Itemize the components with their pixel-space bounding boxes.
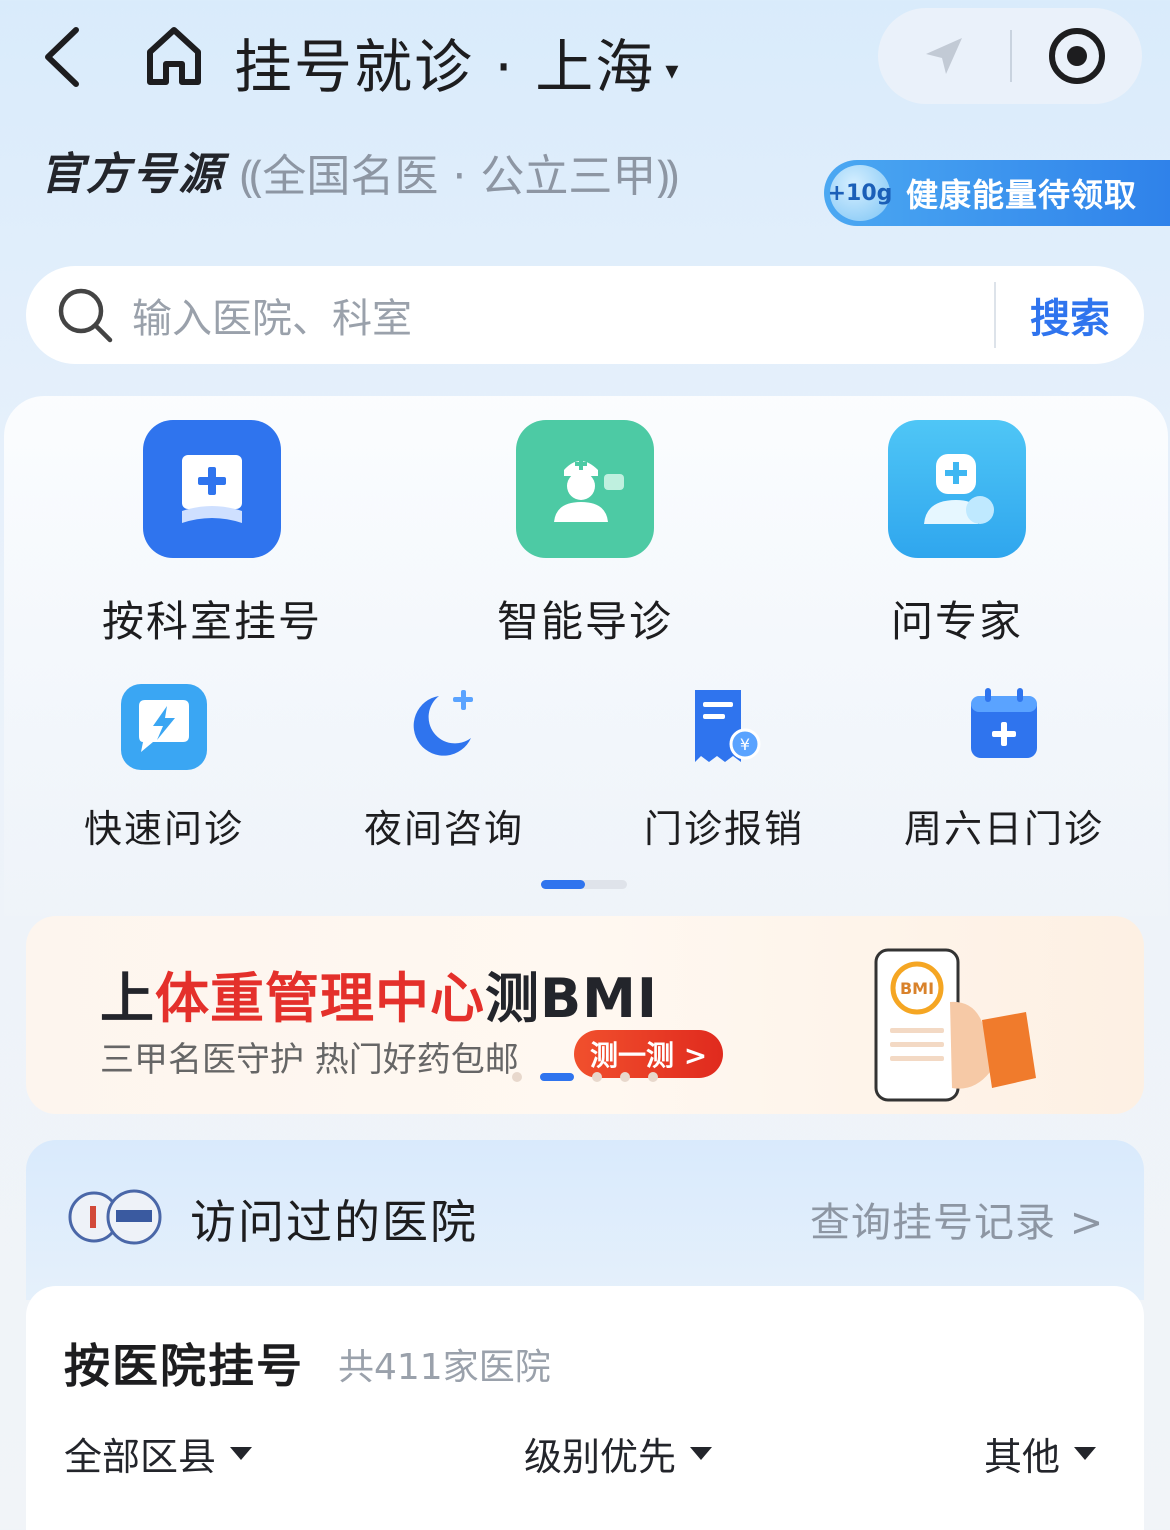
- filter-district[interactable]: 全部区县: [64, 1426, 253, 1481]
- banner-title-post: 测BMI: [485, 967, 658, 1030]
- page-title[interactable]: 挂号就诊 · 上海 ▾: [234, 20, 680, 104]
- service-label: 智能导诊: [496, 597, 673, 646]
- service-weekend-clinic[interactable]: 周六日门诊: [884, 682, 1124, 853]
- lightning-chat-icon: [119, 682, 209, 772]
- receipt-icon: ¥: [679, 682, 769, 772]
- expert-icon: [888, 420, 1026, 558]
- official-source-label: 官方号源: [40, 149, 224, 200]
- services-page-indicator: [541, 880, 627, 889]
- search-button[interactable]: 搜索: [996, 286, 1144, 344]
- search-icon: [58, 288, 113, 343]
- visited-hospitals-title: 访问过的医院: [190, 1195, 478, 1249]
- service-label: 问专家: [890, 597, 1023, 646]
- laurel-left-icon: ⸨: [240, 151, 263, 202]
- service-label: 门诊报销: [643, 807, 804, 851]
- service-label: 按科室挂号: [101, 597, 322, 646]
- banner-dot: [620, 1072, 630, 1082]
- title-text: 挂号就诊 · 上海: [234, 33, 656, 101]
- service-quick-consult[interactable]: 快速问诊: [44, 682, 284, 853]
- filter-level[interactable]: 级别优先: [524, 1426, 713, 1481]
- banner-title-highlight: 体重管理中心: [155, 967, 485, 1030]
- home-button[interactable]: [140, 22, 208, 90]
- filter-other[interactable]: 其他: [984, 1426, 1097, 1481]
- navigation-arrow-icon: [926, 38, 962, 74]
- service-outpatient-reimburse[interactable]: ¥ 门诊报销: [604, 682, 844, 853]
- tagline-sub-text: 全国名医 · 公立三甲: [262, 151, 657, 202]
- moon-icon: [399, 682, 489, 772]
- hospital-count: 共411家医院: [338, 1347, 551, 1388]
- department-register-icon: [143, 420, 281, 558]
- banner-title: 上体重管理中心测BMI: [100, 954, 658, 1033]
- tagline-sub: ⸨全国名医 · 公立三甲⸩: [240, 140, 679, 204]
- calendar-icon: [959, 682, 1049, 772]
- phone-bmi-label: BMI: [900, 979, 934, 998]
- service-night-consult[interactable]: 夜间咨询: [324, 682, 564, 853]
- nurse-icon: [516, 420, 654, 558]
- laurel-right-icon: ⸩: [656, 151, 679, 202]
- location-button[interactable]: [878, 32, 1010, 80]
- health-energy-badge[interactable]: +10g 健康能量待领取: [824, 160, 1170, 226]
- service-ask-expert[interactable]: 问专家: [807, 420, 1107, 649]
- hospital-list-card: [26, 1286, 1144, 1530]
- query-records-link[interactable]: 查询挂号记录 >: [810, 1190, 1104, 1248]
- phone-bmi-illustration-icon: BMI: [874, 948, 1036, 1102]
- dropdown-triangle-icon: [690, 1447, 713, 1460]
- banner-page-indicator: [512, 1072, 658, 1082]
- service-label: 周六日门诊: [903, 807, 1104, 851]
- chevron-left-icon: [45, 27, 79, 87]
- banner-subtitle: 三甲名医守护 热门好药包邮: [100, 1040, 519, 1080]
- service-label: 夜间咨询: [363, 807, 524, 851]
- hospital-logo-icon[interactable]: [68, 1186, 164, 1248]
- banner-cta-button[interactable]: 测一测 >: [574, 1030, 724, 1078]
- filter-label: 其他: [984, 1435, 1061, 1479]
- promo-banner[interactable]: 上体重管理中心测BMI 三甲名医守护 热门好药包邮 测一测 > BMI: [26, 916, 1144, 1114]
- filter-label: 全部区县: [64, 1435, 217, 1479]
- hospital-list-title: 按医院挂号: [64, 1339, 304, 1393]
- back-button[interactable]: [40, 22, 90, 92]
- filter-label: 级别优先: [524, 1435, 677, 1479]
- energy-bubble: +10g: [828, 165, 892, 221]
- banner-title-pre: 上: [100, 967, 155, 1030]
- service-smart-triage[interactable]: 智能导诊: [435, 420, 735, 649]
- service-department-register[interactable]: 按科室挂号: [62, 420, 362, 649]
- close-target-button[interactable]: [1012, 26, 1142, 86]
- dropdown-triangle-icon: [1074, 1447, 1097, 1460]
- banner-dot-active: [540, 1073, 574, 1081]
- mini-program-capsule: [878, 8, 1142, 104]
- banner-dot: [512, 1072, 522, 1082]
- banner-dot: [648, 1072, 658, 1082]
- search-bar[interactable]: 输入医院、科室 搜索: [26, 266, 1144, 364]
- target-circle-icon: [1049, 28, 1105, 84]
- svg-text:¥: ¥: [740, 735, 750, 754]
- page-indicator-active: [541, 880, 585, 889]
- service-label: 快速问诊: [83, 807, 244, 851]
- search-input[interactable]: 输入医院、科室: [132, 286, 994, 344]
- banner-dot: [592, 1072, 602, 1082]
- energy-label: 健康能量待领取: [906, 176, 1138, 214]
- home-icon: [147, 27, 201, 85]
- city-dropdown-caret-icon: ▾: [665, 55, 681, 86]
- dropdown-triangle-icon: [230, 1447, 253, 1460]
